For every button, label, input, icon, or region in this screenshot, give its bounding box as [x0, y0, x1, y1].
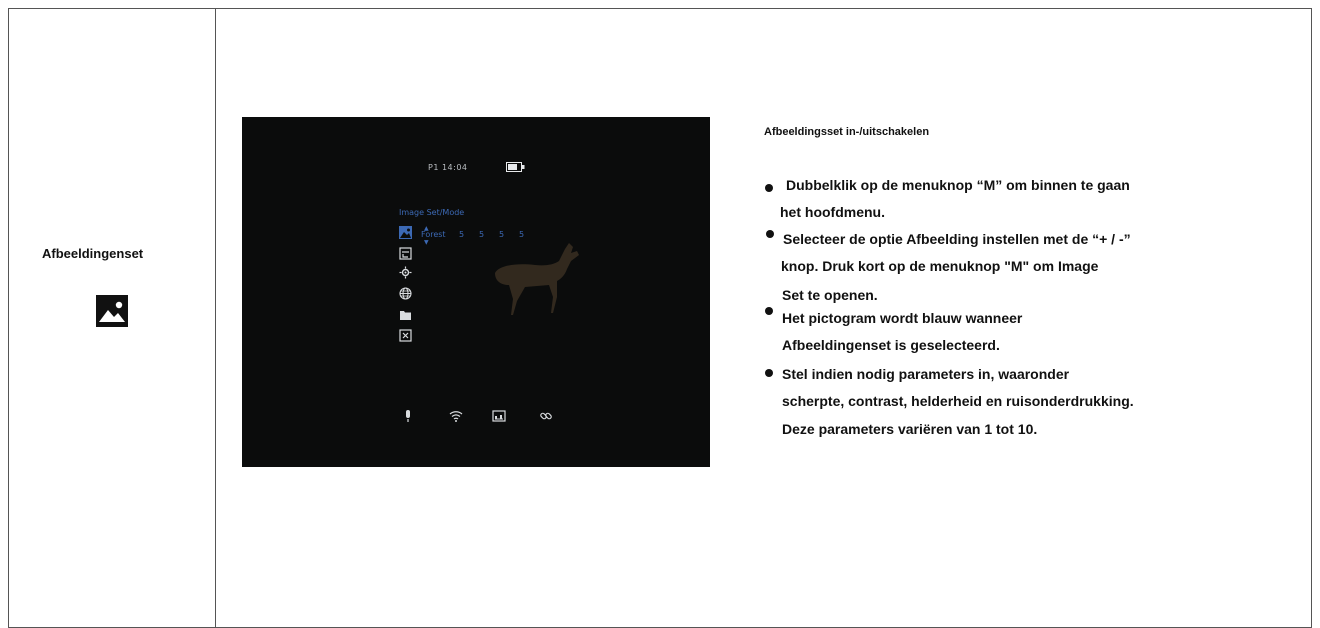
- down-arrow-icon: ▼: [424, 239, 429, 246]
- close-box-icon: [399, 329, 412, 342]
- instruction-line: Selecteer de optie Afbeelding instellen …: [783, 231, 1131, 247]
- section-title: Afbeeldingenset: [42, 246, 144, 261]
- instruction-line: Afbeeldingenset is geselecteerd.: [782, 337, 1000, 353]
- crosshair-icon: [399, 266, 412, 279]
- link-icon: [540, 412, 552, 420]
- preset-name: Forest: [421, 230, 446, 239]
- image-icon: [399, 226, 412, 239]
- param-value: 5: [459, 230, 465, 239]
- bullet-icon: [765, 184, 773, 192]
- bullet-icon: [765, 307, 773, 315]
- status-bar: P1 14:04: [428, 163, 468, 172]
- column-divider: [215, 9, 216, 627]
- deer-silhouette: [495, 243, 579, 315]
- battery-icon: [506, 162, 525, 172]
- instruction-line: Het pictogram wordt blauw wanneer: [782, 310, 1023, 326]
- globe-icon: [399, 287, 412, 300]
- microphone-icon: [406, 410, 410, 422]
- instruction-line: scherpte, contrast, helderheid en ruison…: [782, 393, 1134, 409]
- instruction-line: Dubbelklik op de menuknop “M” om binnen …: [786, 177, 1130, 193]
- instruction-line: Stel indien nodig parameters in, waarond…: [782, 366, 1070, 382]
- wifi-icon: [449, 411, 463, 422]
- instructions-title: Afbeeldingsset in-/uitschakelen: [764, 126, 930, 138]
- instruction-line: knop. Druk kort op de menuknop "M" om Im…: [781, 258, 1099, 274]
- mode-label: Image Set/Mode: [399, 208, 465, 217]
- instruction-line: het hoofdmenu.: [780, 204, 885, 220]
- device-screen-image: P1 14:04 Image Set/Mode ▲ Forest ▼ 5 5 5…: [242, 117, 710, 467]
- instruction-line: Set te openen.: [782, 287, 878, 303]
- image-icon: [96, 295, 128, 327]
- profile-icon: [399, 247, 412, 260]
- bullet-icon: [765, 369, 773, 377]
- param-value: 5: [479, 230, 485, 239]
- bullet-icon: [766, 230, 774, 238]
- folder-icon: [400, 311, 411, 320]
- instruction-line: Deze parameters variëren van 1 tot 10.: [782, 421, 1038, 437]
- picture-in-picture-icon: [492, 410, 506, 422]
